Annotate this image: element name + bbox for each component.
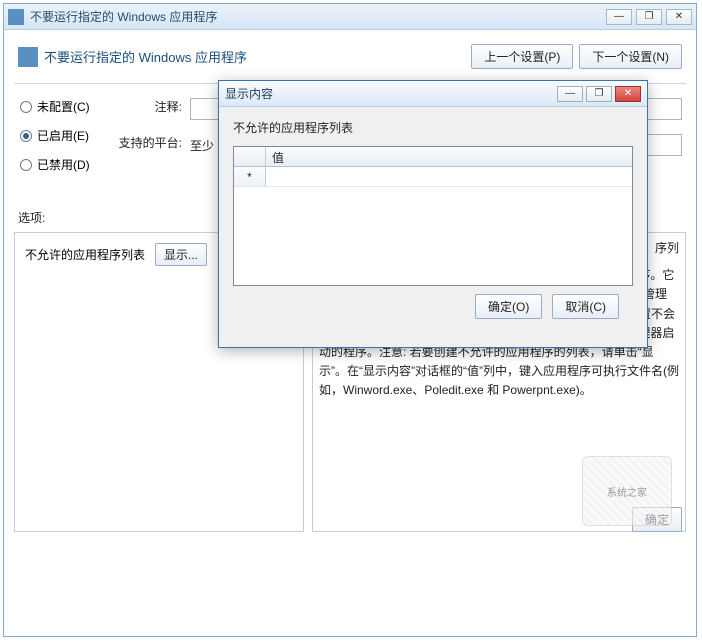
nav-buttons: 上一个设置(P) 下一个设置(N) <box>471 44 682 69</box>
dialog-ok-button[interactable]: 确定(O) <box>475 294 542 319</box>
radio-icon <box>20 130 32 142</box>
window-title: 不要运行指定的 Windows 应用程序 <box>30 8 606 25</box>
radio-disabled[interactable]: 已禁用(D) <box>20 156 108 173</box>
grid-new-row[interactable]: * <box>234 167 632 187</box>
dialog-minimize-button[interactable]: — <box>557 86 583 102</box>
platform-prefix: 至少 <box>190 137 214 154</box>
comment-label: 注释: <box>118 98 190 120</box>
watermark: 系统之家 <box>582 456 672 526</box>
show-button[interactable]: 显示... <box>155 243 207 266</box>
grid-header: 值 <box>234 147 632 167</box>
dialog-body: 不允许的应用程序列表 值 * 确定(O) 取消(C) <box>219 107 647 331</box>
radio-label: 未配置(C) <box>37 98 90 115</box>
grid-cell[interactable] <box>266 167 632 186</box>
radio-not-configured[interactable]: 未配置(C) <box>20 98 108 115</box>
next-setting-button[interactable]: 下一个设置(N) <box>579 44 682 69</box>
window-icon <box>8 9 24 25</box>
dialog-window-buttons: — ❐ ✕ <box>557 86 641 102</box>
maximize-button[interactable]: ❐ <box>636 9 662 25</box>
dialog-close-button[interactable]: ✕ <box>615 86 641 102</box>
radio-enabled[interactable]: 已启用(E) <box>20 127 108 144</box>
value-grid[interactable]: 值 * <box>233 146 633 286</box>
titlebar[interactable]: 不要运行指定的 Windows 应用程序 — ❐ ✕ <box>4 4 696 30</box>
minimize-button[interactable]: — <box>606 9 632 25</box>
dialog-subtitle: 不允许的应用程序列表 <box>233 119 633 136</box>
main-footer: 确定 系统之家 <box>632 507 682 532</box>
radio-icon <box>20 101 32 113</box>
policy-icon <box>18 47 38 67</box>
prev-setting-button[interactable]: 上一个设置(P) <box>471 44 573 69</box>
grid-column-header[interactable]: 值 <box>266 147 632 166</box>
new-row-marker: * <box>234 167 266 186</box>
show-contents-dialog: 显示内容 — ❐ ✕ 不允许的应用程序列表 值 * 确定(O) 取消(C) <box>218 80 648 348</box>
window-buttons: — ❐ ✕ <box>606 9 692 25</box>
dialog-titlebar[interactable]: 显示内容 — ❐ ✕ <box>219 81 647 107</box>
grid-corner <box>234 147 266 166</box>
policy-header: 不要运行指定的 Windows 应用程序 上一个设置(P) 下一个设置(N) <box>14 38 686 81</box>
policy-title: 不要运行指定的 Windows 应用程序 <box>44 47 465 66</box>
radio-icon <box>20 159 32 171</box>
radio-label: 已禁用(D) <box>37 156 90 173</box>
state-radios: 未配置(C) 已启用(E) 已禁用(D) <box>14 94 114 189</box>
dialog-maximize-button[interactable]: ❐ <box>586 86 612 102</box>
dialog-cancel-button[interactable]: 取消(C) <box>552 294 619 319</box>
dialog-title: 显示内容 <box>225 85 557 102</box>
radio-label: 已启用(E) <box>37 127 89 144</box>
close-button[interactable]: ✕ <box>666 9 692 25</box>
platform-label: 支持的平台: <box>118 134 190 156</box>
disallowed-list-label: 不允许的应用程序列表 <box>25 246 145 263</box>
dialog-footer: 确定(O) 取消(C) <box>233 286 633 319</box>
